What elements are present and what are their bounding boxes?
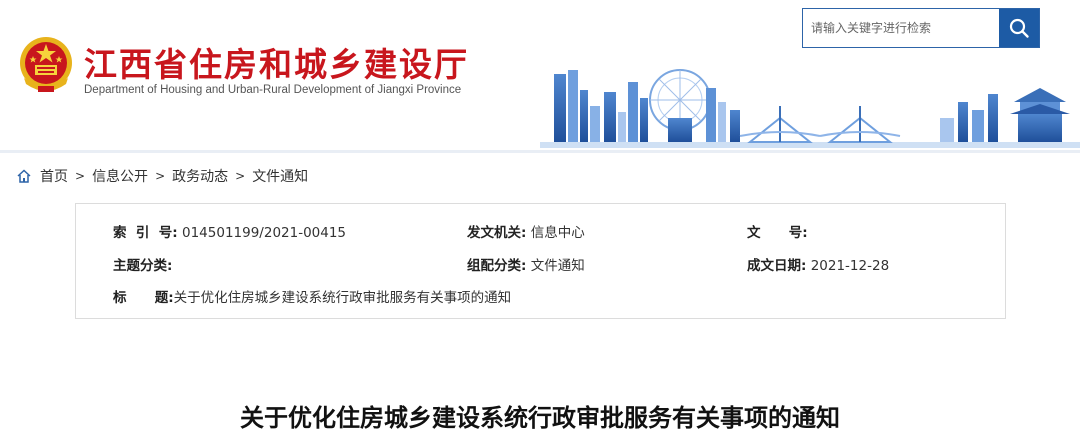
meta-date-value: 2021-12-28 bbox=[810, 258, 890, 274]
meta-date: 成文日期: 2021-12-28 bbox=[747, 254, 889, 274]
breadcrumb-news[interactable]: 政务动态 bbox=[172, 166, 228, 186]
breadcrumb-separator: > bbox=[155, 169, 166, 183]
meta-category: 组配分类: 文件通知 bbox=[467, 254, 585, 274]
meta-title-value: 关于优化住房城乡建设系统行政审批服务有关事项的通知 bbox=[173, 290, 512, 306]
meta-issuer-label: 发文机关: bbox=[467, 225, 527, 241]
meta-subject-label: 主题分类: bbox=[113, 258, 173, 274]
breadcrumb-separator: > bbox=[75, 169, 86, 183]
article-title: 关于优化住房城乡建设系统行政审批服务有关事项的通知 bbox=[240, 404, 840, 432]
breadcrumb-info-public[interactable]: 信息公开 bbox=[92, 166, 148, 186]
site-header: 江西省住房和城乡建设厅 Department of Housing and Ur… bbox=[0, 0, 1080, 150]
meta-docno-label: 文 号: bbox=[747, 225, 808, 241]
meta-issuer: 发文机关: 信息中心 bbox=[467, 221, 585, 241]
meta-index: 索 引 号: 014501199/2021-00415 bbox=[113, 221, 346, 241]
breadcrumb-notices[interactable]: 文件通知 bbox=[252, 166, 308, 186]
meta-docno: 文 号: bbox=[747, 221, 808, 241]
search-input[interactable] bbox=[803, 9, 999, 47]
breadcrumb: 首页 > 信息公开 > 政务动态 > 文件通知 bbox=[16, 166, 308, 186]
meta-index-value: 014501199/2021-00415 bbox=[182, 225, 347, 241]
meta-issuer-value: 信息中心 bbox=[530, 225, 585, 241]
meta-category-value: 文件通知 bbox=[530, 258, 585, 274]
national-emblem-icon bbox=[20, 37, 72, 92]
search-box[interactable] bbox=[802, 8, 1040, 48]
search-icon bbox=[1009, 18, 1029, 38]
search-button[interactable] bbox=[999, 9, 1039, 47]
meta-title-label: 标 题: bbox=[113, 290, 174, 306]
breadcrumb-separator: > bbox=[235, 169, 246, 183]
city-skyline-illustration bbox=[540, 69, 1080, 148]
meta-date-label: 成文日期: bbox=[747, 258, 807, 274]
breadcrumb-home[interactable]: 首页 bbox=[40, 166, 68, 186]
meta-index-label: 索 引 号: bbox=[113, 225, 178, 241]
site-title: 江西省住房和城乡建设厅 bbox=[84, 45, 469, 84]
header-divider bbox=[0, 150, 1080, 153]
site-subtitle: Department of Housing and Urban-Rural De… bbox=[84, 84, 462, 96]
meta-category-label: 组配分类: bbox=[467, 258, 527, 274]
document-meta-table: 索 引 号: 014501199/2021-00415 发文机关: 信息中心 文… bbox=[75, 203, 1006, 319]
meta-title: 标 题:关于优化住房城乡建设系统行政审批服务有关事项的通知 bbox=[113, 286, 511, 306]
meta-subject: 主题分类: bbox=[113, 254, 172, 274]
home-icon[interactable] bbox=[16, 168, 32, 184]
